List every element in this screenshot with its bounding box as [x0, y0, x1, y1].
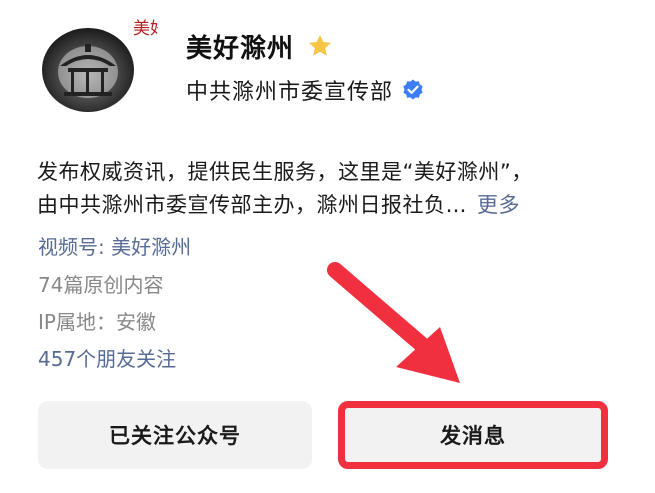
- svg-text:美好滁州: 美好滁州: [133, 19, 158, 39]
- account-name: 美好滁州: [186, 33, 295, 64]
- followed-account-button[interactable]: 已关注公众号: [38, 401, 312, 469]
- account-avatar[interactable]: 美好滁州: [38, 8, 201, 123]
- organization-row[interactable]: 中共滁州市委宣传部: [186, 73, 425, 107]
- ip-location: IP属地：安徽: [38, 310, 156, 334]
- red-arrow-annotation: [327, 262, 460, 383]
- verified-badge-icon: [403, 79, 423, 100]
- friends-following-link[interactable]: 457个朋友关注: [38, 344, 176, 374]
- more-link[interactable]: 更多: [477, 193, 520, 217]
- description-line-2-text: 由中共滁州市委宣传部主办，滁州日报社负…: [37, 193, 467, 217]
- original-posts-count: 74篇原创内容: [38, 273, 164, 297]
- send-message-button[interactable]: 发消息: [338, 401, 608, 469]
- video-channel-link[interactable]: 视频号: 美好滁州: [38, 232, 191, 262]
- account-name-row: 美好滁州: [186, 26, 334, 66]
- description-line-1: 发布权威资讯，提供民生服务，这里是“美好滁州”，: [37, 160, 533, 184]
- star-icon[interactable]: [306, 32, 334, 60]
- description-line-2: 由中共滁州市委宣传部主办，滁州日报社负… 更多: [37, 189, 627, 222]
- organization-name: 中共滁州市委宣传部: [186, 80, 394, 105]
- account-description: 发布权威资讯，提供民生服务，这里是“美好滁州”， 由中共滁州市委宣传部主办，滁州…: [37, 156, 627, 222]
